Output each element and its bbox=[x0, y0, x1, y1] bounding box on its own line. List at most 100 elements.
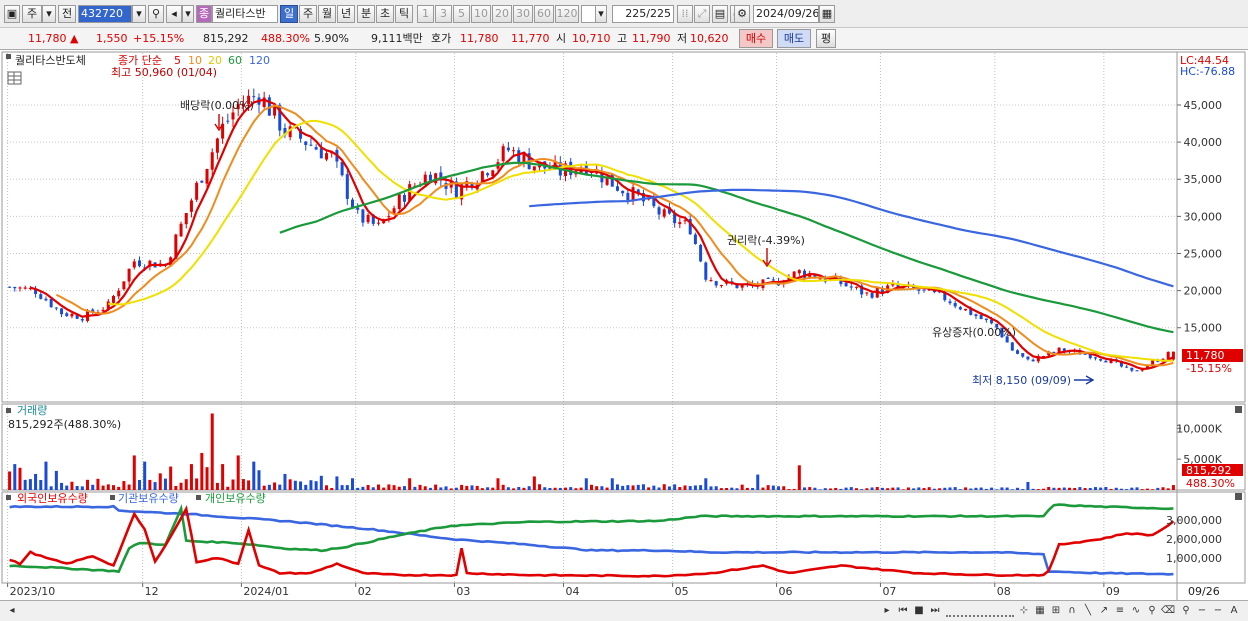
speaker-icon[interactable]: ◂ bbox=[166, 5, 182, 23]
interval-60[interactable]: 60 bbox=[534, 5, 554, 23]
interval-1[interactable]: 1 bbox=[417, 5, 434, 23]
volume-bar bbox=[143, 461, 147, 490]
font-increase-icon[interactable]: A bbox=[1226, 603, 1242, 619]
table-icon[interactable]: ▦ bbox=[1032, 603, 1048, 619]
candle-body bbox=[719, 285, 723, 287]
grid-toggle-icon[interactable]: ⊞ bbox=[1048, 603, 1064, 619]
price-axis-label: 30,000 bbox=[1184, 210, 1223, 223]
current-change-axis-label: -15.15% bbox=[1186, 362, 1232, 375]
last-page-icon[interactable]: ⏭ bbox=[927, 603, 943, 619]
period-month[interactable]: 월 bbox=[318, 5, 336, 23]
interval-30[interactable]: 30 bbox=[513, 5, 533, 23]
interval-10[interactable]: 10 bbox=[471, 5, 491, 23]
font-decrease-icon[interactable]: − bbox=[1210, 603, 1226, 619]
screen-menu-icon[interactable]: ▣ bbox=[4, 5, 20, 23]
wave-icon[interactable]: ∿ bbox=[1128, 603, 1144, 619]
stop-icon[interactable]: ■ bbox=[911, 603, 927, 619]
zoom-in-icon[interactable]: ⚲ bbox=[1178, 603, 1194, 619]
x-axis-label: 08 bbox=[997, 585, 1011, 598]
volume-bar bbox=[262, 485, 266, 490]
volume-bar bbox=[719, 488, 723, 490]
volume-pane-menu-icon[interactable] bbox=[6, 408, 11, 413]
volume-bar bbox=[854, 488, 858, 490]
candle-body bbox=[1093, 357, 1097, 359]
market-type-select[interactable]: 주 bbox=[22, 5, 42, 23]
volume-bar bbox=[621, 485, 625, 490]
volume-bar bbox=[818, 489, 822, 490]
zoom-slider[interactable] bbox=[946, 605, 1014, 617]
scroll-track[interactable] bbox=[20, 605, 875, 617]
period-year[interactable]: 년 bbox=[337, 5, 355, 23]
bar-count-field[interactable]: 225/225 bbox=[612, 5, 674, 23]
calendar-icon[interactable]: ▦ bbox=[819, 5, 835, 23]
period-second[interactable]: 초 bbox=[376, 5, 394, 23]
volume-bar bbox=[418, 484, 422, 490]
pane-menu-icon[interactable] bbox=[6, 54, 11, 59]
holdings-pane-menu-icon[interactable] bbox=[6, 495, 11, 500]
volume-bar bbox=[132, 455, 136, 490]
eraser-icon[interactable]: ⌫ bbox=[1160, 603, 1176, 619]
volume-bar bbox=[428, 487, 432, 490]
zoom-out-icon[interactable]: − bbox=[1194, 603, 1210, 619]
lock-icon[interactable]: ⚲ bbox=[1144, 603, 1160, 619]
candle-body bbox=[501, 146, 505, 162]
volume-bar bbox=[1067, 487, 1071, 490]
interval-dropdown-icon[interactable]: ▾ bbox=[595, 5, 607, 23]
candle-body bbox=[325, 153, 329, 160]
gear-icon[interactable]: ⚙ bbox=[734, 5, 750, 23]
date-field[interactable]: 2024/09/26 bbox=[753, 5, 819, 23]
magnet-icon[interactable]: ∩ bbox=[1064, 603, 1080, 619]
volume-bar bbox=[1099, 487, 1103, 490]
code-dropdown-icon[interactable]: ▾ bbox=[132, 5, 146, 23]
prev-button[interactable]: 전 bbox=[58, 5, 76, 23]
volume-bar bbox=[777, 486, 781, 490]
volume-bar bbox=[361, 486, 365, 490]
interval-3[interactable]: 3 bbox=[435, 5, 452, 23]
fib-icon[interactable]: ≡ bbox=[1112, 603, 1128, 619]
candle-body bbox=[117, 290, 121, 297]
candle-body bbox=[356, 207, 360, 210]
interval-120[interactable]: 120 bbox=[555, 5, 579, 23]
volume-bar bbox=[34, 473, 38, 490]
volume-bar bbox=[631, 485, 635, 490]
speaker-dropdown-icon[interactable]: ▾ bbox=[182, 5, 194, 23]
period-minute[interactable]: 분 bbox=[357, 5, 375, 23]
chevron-down-icon[interactable]: ▾ bbox=[42, 5, 56, 23]
grid-icon[interactable]: ⁞⁞ bbox=[677, 5, 693, 23]
date-value: 2024/09/26 bbox=[756, 7, 819, 20]
volume-bar bbox=[486, 487, 490, 490]
volume-bar bbox=[345, 485, 349, 490]
volume-bar bbox=[688, 486, 692, 490]
volume-title: 거래량 bbox=[17, 404, 47, 417]
period-day[interactable]: 일 bbox=[280, 5, 298, 23]
interval-5[interactable]: 5 bbox=[453, 5, 470, 23]
save-icon[interactable]: ▤ bbox=[712, 5, 728, 23]
interval-20[interactable]: 20 bbox=[492, 5, 512, 23]
period-week[interactable]: 주 bbox=[299, 5, 317, 23]
expand-icon[interactable]: ⤢ bbox=[694, 5, 710, 23]
sell-button[interactable]: 매도 bbox=[777, 29, 811, 48]
volume-bar bbox=[1026, 481, 1030, 490]
search-icon[interactable]: ⚲ bbox=[148, 5, 164, 23]
volume-bar bbox=[512, 488, 516, 490]
buy-button[interactable]: 매수 bbox=[739, 29, 773, 48]
candle-body bbox=[512, 150, 516, 152]
holdings-pane-close-icon[interactable] bbox=[1235, 493, 1242, 500]
crosshair-icon[interactable]: ⊹ bbox=[1016, 603, 1032, 619]
eval-button[interactable]: 평 bbox=[816, 29, 836, 48]
period-tick[interactable]: 틱 bbox=[395, 5, 413, 23]
candle-body bbox=[870, 292, 874, 298]
draw-arrow-icon[interactable]: ↗ bbox=[1096, 603, 1112, 619]
stock-name-field[interactable]: 퀄리타스반 bbox=[212, 5, 278, 23]
stock-code-input[interactable]: 432720 bbox=[78, 5, 132, 23]
volume-pane-close-icon[interactable] bbox=[1235, 406, 1242, 413]
first-page-icon[interactable]: ⏮ bbox=[895, 603, 911, 619]
candle-body bbox=[402, 195, 406, 202]
holdings-axis-label: 2,000,000 bbox=[1166, 533, 1222, 546]
draw-line-icon[interactable]: ╲ bbox=[1080, 603, 1096, 619]
volume-bar bbox=[356, 487, 360, 490]
scroll-right-icon[interactable]: ▸ bbox=[879, 603, 895, 619]
candle-body bbox=[1125, 366, 1129, 368]
scroll-left-icon[interactable]: ◂ bbox=[4, 603, 20, 619]
volume-bar bbox=[995, 489, 999, 490]
